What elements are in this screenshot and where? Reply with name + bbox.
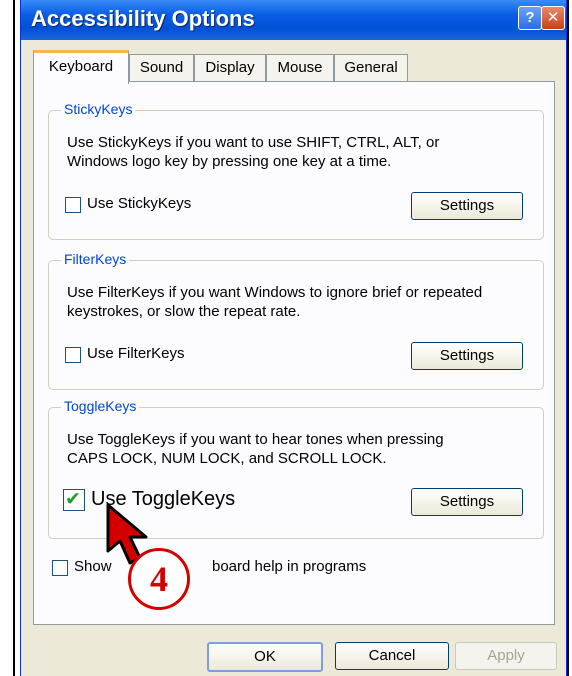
filterkeys-settings-button[interactable]: Settings <box>411 342 523 370</box>
stickykeys-description-line2: Windows logo key by pressing one key at … <box>67 153 392 170</box>
stickykeys-description: Use StickyKeys if you want to use SHIFT,… <box>67 133 439 171</box>
show-keyboard-help-checkbox[interactable] <box>52 560 68 576</box>
stickykeys-settings-button[interactable]: Settings <box>411 192 523 220</box>
accessibility-options-dialog: Accessibility Options ? ✕ Keyboard Sound… <box>20 0 567 676</box>
tab-mouse[interactable]: Mouse <box>266 54 334 81</box>
use-togglekeys-checkbox[interactable]: ✔ <box>63 489 85 511</box>
tab-keyboard[interactable]: Keyboard <box>33 50 129 84</box>
window-title: Accessibility Options <box>31 6 255 31</box>
title-bar[interactable]: Accessibility Options ? ✕ <box>21 0 566 40</box>
checkmark-icon: ✔ <box>65 489 81 510</box>
togglekeys-settings-button[interactable]: Settings <box>411 488 523 516</box>
stickykeys-group: StickyKeys Use StickyKeys if you want to… <box>48 101 544 240</box>
filterkeys-description-line1: Use FilterKeys if you want Windows to ig… <box>67 284 483 301</box>
use-filterkeys-checkbox[interactable] <box>65 347 81 363</box>
close-button[interactable]: ✕ <box>541 6 565 30</box>
step-number-badge: 4 <box>128 548 190 610</box>
cancel-button[interactable]: Cancel <box>335 642 449 670</box>
use-stickykeys-checkbox[interactable] <box>65 197 81 213</box>
filterkeys-description: Use FilterKeys if you want Windows to ig… <box>67 283 482 321</box>
tab-display[interactable]: Display <box>194 54 266 81</box>
filterkeys-description-line2: keystrokes, or slow the repeat rate. <box>67 303 301 320</box>
left-frame-line <box>13 0 15 676</box>
stickykeys-description-line1: Use StickyKeys if you want to use SHIFT,… <box>67 134 440 151</box>
apply-button: Apply <box>455 642 557 670</box>
right-frame-line <box>567 0 569 676</box>
filterkeys-group: FilterKeys Use FilterKeys if you want Wi… <box>48 251 544 390</box>
ok-button[interactable]: OK <box>207 642 323 672</box>
togglekeys-title: ToggleKeys <box>61 398 140 414</box>
show-keyboard-help-label-end[interactable]: board help in programs <box>212 558 366 575</box>
filterkeys-title: FilterKeys <box>61 251 130 267</box>
use-filterkeys-label[interactable]: Use FilterKeys <box>87 345 185 362</box>
help-button[interactable]: ? <box>518 6 542 30</box>
tab-general[interactable]: General <box>334 54 408 81</box>
togglekeys-description: Use ToggleKeys if you want to hear tones… <box>67 430 444 468</box>
togglekeys-description-line1: Use ToggleKeys if you want to hear tones… <box>67 431 444 448</box>
togglekeys-description-line2: CAPS LOCK, NUM LOCK, and SCROLL LOCK. <box>67 450 387 467</box>
stickykeys-title: StickyKeys <box>61 101 136 117</box>
tab-sound[interactable]: Sound <box>129 54 194 81</box>
use-stickykeys-label[interactable]: Use StickyKeys <box>87 195 191 212</box>
